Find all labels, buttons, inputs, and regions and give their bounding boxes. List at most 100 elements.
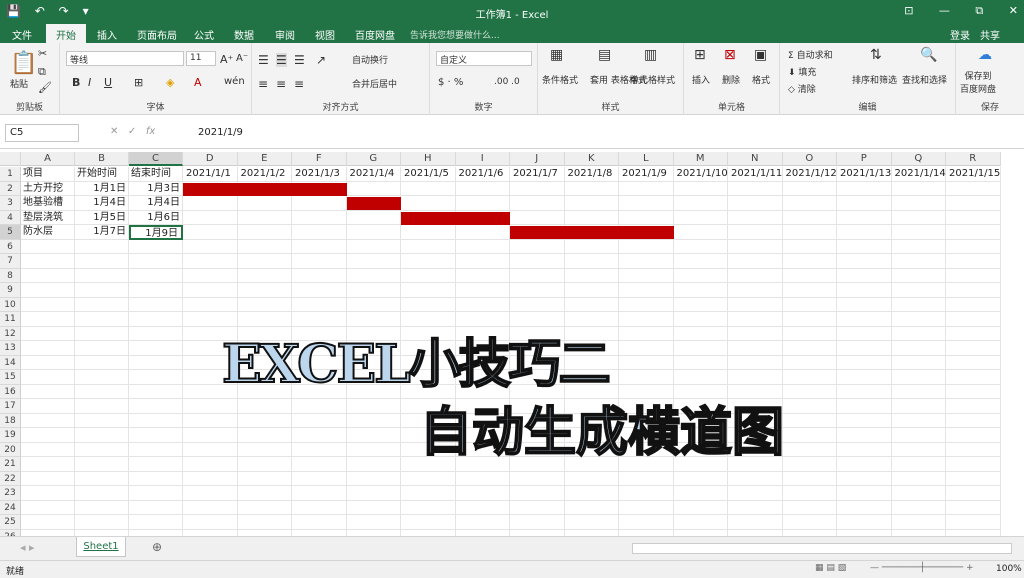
align-bottom-icon[interactable]: ☰ [294, 53, 305, 67]
cut-icon[interactable]: ✂ [38, 47, 47, 60]
table-cell[interactable] [946, 486, 1001, 501]
login-button[interactable]: 登录 [950, 27, 970, 42]
sheet-nav-icon[interactable]: ◂ ▸ [20, 541, 35, 554]
table-cell[interactable] [129, 239, 183, 254]
table-cell[interactable] [891, 428, 946, 443]
table-cell[interactable] [837, 515, 892, 530]
table-cell[interactable] [455, 254, 510, 269]
table-cell[interactable] [782, 515, 837, 530]
table-cell[interactable] [237, 225, 292, 240]
table-cell[interactable] [510, 471, 565, 486]
close-button[interactable]: ✕ [1009, 4, 1018, 17]
view-buttons[interactable]: ▦ ▤ ▧ [815, 563, 846, 573]
table-cell[interactable] [564, 254, 619, 269]
table-cell[interactable] [728, 283, 783, 298]
table-cell[interactable] [129, 312, 183, 327]
row-header[interactable]: 22 [0, 471, 21, 486]
table-cell[interactable] [564, 297, 619, 312]
table-cell[interactable] [75, 471, 129, 486]
merge-center-button[interactable]: 合并后居中 [352, 77, 397, 90]
zoom-slider[interactable]: — ───────┼─────── + [870, 563, 974, 573]
table-cell[interactable] [510, 268, 565, 283]
table-cell[interactable] [673, 225, 728, 240]
table-cell[interactable] [129, 428, 183, 443]
table-cell[interactable] [946, 326, 1001, 341]
table-cell[interactable] [837, 486, 892, 501]
date-header-cell[interactable]: 2021/1/12 [783, 167, 838, 182]
column-header[interactable]: I [455, 152, 510, 166]
table-cell[interactable] [837, 239, 892, 254]
table-cell[interactable] [946, 384, 1001, 399]
table-cell[interactable] [237, 457, 292, 472]
table-cell[interactable] [183, 471, 238, 486]
table-cell[interactable] [346, 500, 401, 515]
date-header-cell[interactable]: 2021/1/9 [619, 167, 674, 182]
table-cell[interactable] [619, 268, 674, 283]
table-cell[interactable] [891, 442, 946, 457]
table-cell[interactable] [619, 297, 674, 312]
table-cell[interactable] [237, 399, 292, 414]
table-cell[interactable] [619, 500, 674, 515]
table-cell[interactable] [728, 500, 783, 515]
table-cell[interactable] [75, 428, 129, 443]
format-cells-icon[interactable]: ▣ [754, 47, 767, 63]
table-cell[interactable] [129, 254, 183, 269]
table-cell[interactable] [21, 486, 75, 501]
date-header-cell[interactable]: 2021/1/5 [401, 167, 456, 182]
table-cell[interactable] [129, 413, 183, 428]
table-cell[interactable] [837, 355, 892, 370]
table-cell[interactable] [891, 341, 946, 356]
row-header[interactable]: 14 [0, 355, 21, 370]
table-cell[interactable] [183, 515, 238, 530]
table-cell[interactable] [673, 486, 728, 501]
table-cell[interactable] [837, 268, 892, 283]
font-color-icon[interactable]: A [194, 76, 202, 89]
column-header[interactable]: K [564, 152, 619, 166]
align-left-icon[interactable]: ≡ [258, 77, 268, 91]
row-header[interactable]: 21 [0, 457, 21, 472]
table-cell[interactable] [728, 181, 783, 196]
table-cell[interactable] [782, 442, 837, 457]
table-cell[interactable] [673, 341, 728, 356]
date-header-cell[interactable]: 2021/1/10 [674, 167, 729, 182]
date-header-cell[interactable]: 2021/1/13 [837, 167, 892, 182]
table-cell[interactable] [510, 297, 565, 312]
table-cell[interactable] [837, 457, 892, 472]
table-cell[interactable] [129, 442, 183, 457]
table-cell[interactable] [891, 515, 946, 530]
table-cell[interactable] [75, 283, 129, 298]
row-header[interactable]: 9 [0, 283, 21, 298]
conditional-format-icon[interactable]: ▦ [550, 47, 563, 63]
orientation-icon[interactable]: ↗ [316, 53, 326, 67]
table-cell[interactable] [946, 457, 1001, 472]
table-cell[interactable] [946, 283, 1001, 298]
table-cell[interactable] [292, 225, 347, 240]
table-cell[interactable] [673, 196, 728, 211]
table-cell[interactable] [237, 413, 292, 428]
table-cell[interactable] [237, 500, 292, 515]
table-cell[interactable] [401, 515, 456, 530]
table-cell[interactable] [673, 181, 728, 196]
add-sheet-icon[interactable]: ⊕ [152, 540, 162, 554]
table-cell[interactable] [837, 370, 892, 385]
table-cell[interactable] [728, 515, 783, 530]
table-cell[interactable] [237, 297, 292, 312]
row-header[interactable]: 10 [0, 297, 21, 312]
table-cell[interactable] [728, 341, 783, 356]
tab-baidu-pan[interactable]: 百度网盘 [355, 27, 395, 42]
table-cell[interactable] [183, 283, 238, 298]
table-cell[interactable] [21, 457, 75, 472]
start-date-cell[interactable]: 1月4日 [75, 196, 129, 211]
table-cell[interactable] [782, 428, 837, 443]
find-select-icon[interactable]: 🔍 [920, 47, 937, 63]
table-cell[interactable] [183, 225, 238, 240]
table-cell[interactable] [21, 370, 75, 385]
table-cell[interactable] [946, 268, 1001, 283]
table-cell[interactable] [401, 239, 456, 254]
table-cell[interactable] [346, 283, 401, 298]
align-middle-icon[interactable]: ☰ [276, 53, 287, 67]
table-cell[interactable] [346, 486, 401, 501]
table-cell[interactable] [837, 384, 892, 399]
table-cell[interactable] [129, 326, 183, 341]
table-cell[interactable] [673, 370, 728, 385]
